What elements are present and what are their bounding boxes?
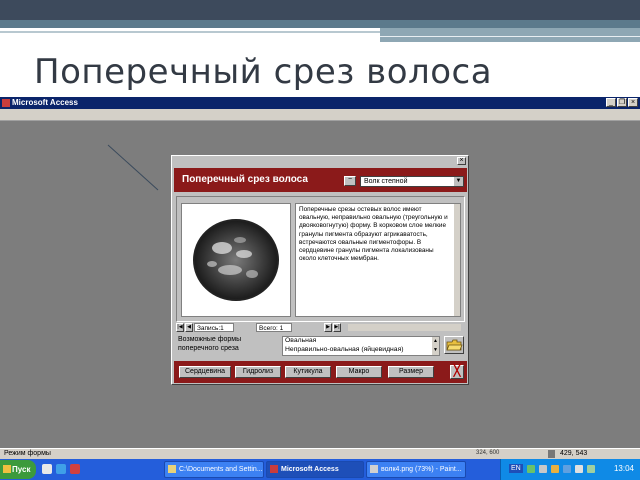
hair-cross-section-icon (193, 219, 279, 301)
close-form-icon[interactable]: ╳ (450, 365, 464, 379)
button-bar: Сердцевина Гидролиз Кутикула Макро Разме… (174, 361, 467, 383)
content-panel: Поперечные срезы остевых волос имеют ова… (176, 196, 465, 322)
tray-icon[interactable] (539, 465, 547, 473)
start-button[interactable]: Пуск (0, 460, 36, 479)
horizontal-scrollbar[interactable] (348, 324, 461, 331)
hair-section-image (181, 203, 291, 317)
prev-record-button[interactable]: ◀ (185, 323, 193, 332)
description-scrollbar[interactable] (454, 204, 460, 316)
size-button[interactable]: Размер (388, 366, 434, 378)
folder-icon (168, 465, 176, 473)
total-value: 1 (279, 325, 284, 332)
media-icon[interactable] (70, 464, 80, 474)
forms-list-scrollbar[interactable]: ▲ ▼ (432, 337, 439, 355)
volume-icon[interactable] (575, 465, 583, 473)
form-header: Поперечный срез волоса − Волк степной ▼ (174, 168, 467, 192)
start-label: Пуск (12, 465, 31, 474)
description-box[interactable]: Поперечные срезы остевых волос имеют ова… (295, 203, 461, 317)
species-minus-button[interactable]: − (344, 176, 356, 186)
system-tray: EN 13:04 (500, 459, 640, 480)
record-navigator: |◀ ◀ Запись:1 Всего: 1 ▶ ▶| (176, 323, 465, 332)
form-close-button[interactable]: × (457, 157, 466, 165)
species-value: Волк степной (364, 178, 408, 185)
paint-icon (370, 465, 378, 473)
task-label: Microsoft Access (281, 466, 339, 473)
folder-open-button[interactable] (444, 336, 464, 354)
description-text: Поперечные срезы остевых волос имеют ова… (299, 206, 448, 263)
task-explorer[interactable]: C:\Documents and Settin... (164, 461, 264, 478)
language-indicator[interactable]: EN (509, 464, 523, 473)
cuticle-button[interactable]: Кутикула (285, 366, 331, 378)
status-mode: Режим формы (4, 450, 51, 457)
form-caption-bar: × (172, 156, 468, 167)
form-heading: Поперечный срез волоса (182, 174, 308, 185)
record-value: 1 (220, 325, 224, 332)
slide: Поперечный срез волоса Microsoft Access … (0, 0, 640, 480)
hydrolysis-button[interactable]: Гидролиз (235, 366, 281, 378)
resize-icon (548, 450, 555, 458)
hair-section-form: × Поперечный срез волоса − Волк степной … (171, 155, 469, 385)
tray-icon[interactable] (551, 465, 559, 473)
last-record-button[interactable]: ▶| (333, 323, 341, 332)
record-field[interactable]: Запись:1 (194, 323, 234, 332)
forms-option[interactable]: Овальная (285, 337, 439, 346)
forms-label: Возможные формы поперечного среза (178, 336, 242, 352)
total-field: Всего: 1 (256, 323, 292, 332)
network-icon[interactable] (587, 465, 595, 473)
folder-open-icon (446, 339, 463, 351)
windows-logo-icon (3, 465, 11, 473)
record-label: Запись: (197, 325, 221, 332)
macro-button[interactable]: Макро (336, 366, 382, 378)
task-label: волк4.png (73%) - Paint... (381, 466, 462, 473)
chevron-down-icon[interactable]: ▼ (454, 177, 463, 186)
forms-list[interactable]: Овальная Неправильно-овальная (яйцевидна… (282, 336, 440, 356)
species-select[interactable]: Волк степной ▼ (360, 176, 464, 187)
heartwood-button[interactable]: Сердцевина (179, 366, 231, 378)
task-access[interactable]: Microsoft Access (266, 461, 364, 478)
first-record-button[interactable]: |◀ (176, 323, 184, 332)
total-label: Всего: (259, 325, 278, 332)
status-coords: 324, 600 (476, 450, 500, 456)
taskbar: Пуск C:\Documents and Settin... Microsof… (0, 459, 640, 480)
desktop-icon[interactable] (42, 464, 52, 474)
clock[interactable]: 13:04 (614, 464, 634, 473)
browser-icon[interactable] (56, 464, 66, 474)
next-record-button[interactable]: ▶ (324, 323, 332, 332)
status-size: 429, 543 (560, 450, 588, 457)
tray-icon[interactable] (563, 465, 571, 473)
status-bar: Режим формы 324, 600 429, 543 (0, 448, 640, 459)
task-paint[interactable]: волк4.png (73%) - Paint... (366, 461, 466, 478)
task-label: C:\Documents and Settin... (179, 466, 263, 473)
forms-option[interactable]: Неправильно-овальная (яйцевидная) (285, 346, 439, 355)
tray-icon[interactable] (527, 465, 535, 473)
access-icon (270, 465, 278, 473)
